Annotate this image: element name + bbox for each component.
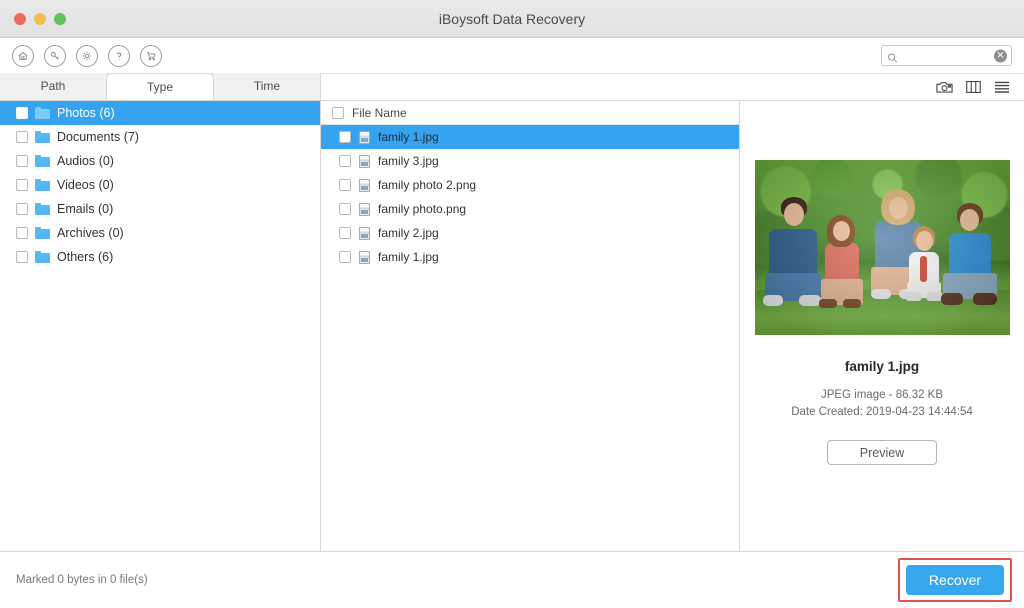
preview-file-type-size: JPEG image - 86.32 KB xyxy=(791,387,973,404)
checkbox-archives[interactable] xyxy=(16,227,28,239)
image-file-icon xyxy=(359,131,370,144)
folder-icon xyxy=(35,227,50,239)
preview-date-created: Date Created: 2019-04-23 14:44:54 xyxy=(791,404,973,421)
file-name-label: family 2.jpg xyxy=(378,226,439,240)
sidebar-item-videos[interactable]: Videos (0) xyxy=(0,173,320,197)
search-area: ✕ xyxy=(881,45,1012,66)
checkbox-select-all[interactable] xyxy=(332,107,344,119)
column-header-file-name: File Name xyxy=(352,106,407,120)
sidebar-item-label: Videos (0) xyxy=(57,178,114,192)
folder-icon xyxy=(35,107,50,119)
marked-status-text: Marked 0 bytes in 0 file(s) xyxy=(16,574,148,586)
traffic-lights xyxy=(14,13,66,25)
table-row[interactable]: family 1.jpg xyxy=(321,245,739,269)
tab-time[interactable]: Time xyxy=(214,73,320,100)
checkbox-others[interactable] xyxy=(16,251,28,263)
preview-file-name: family 1.jpg xyxy=(845,359,919,374)
preview-button[interactable]: Preview xyxy=(827,440,937,465)
checkbox-audios[interactable] xyxy=(16,155,28,167)
checkbox-file[interactable] xyxy=(339,179,351,191)
column-view-icon[interactable] xyxy=(966,80,981,94)
checkbox-photos[interactable] xyxy=(16,107,28,119)
filter-tabs: Path Type Time xyxy=(0,74,321,100)
window-title: iBoysoft Data Recovery xyxy=(0,0,1024,38)
search-box[interactable]: ✕ xyxy=(881,45,1012,66)
app-window: iBoysoft Data Recovery xyxy=(0,0,1024,608)
folder-icon xyxy=(35,131,50,143)
sidebar-item-others[interactable]: Others (6) xyxy=(0,245,320,269)
search-input[interactable] xyxy=(882,46,1011,65)
file-name-label: family photo.png xyxy=(378,202,466,216)
sidebar-item-label: Archives (0) xyxy=(57,226,124,240)
file-name-label: family 3.jpg xyxy=(378,154,439,168)
toolbar-icon-group xyxy=(12,45,162,67)
tab-type[interactable]: Type xyxy=(106,73,214,100)
main-body: Photos (6) Documents (7) Audios (0) Vide… xyxy=(0,101,1024,552)
image-file-icon xyxy=(359,227,370,240)
file-list: File Name family 1.jpg family 3.jpg fami… xyxy=(321,101,740,551)
close-button[interactable] xyxy=(14,13,26,25)
checkbox-emails[interactable] xyxy=(16,203,28,215)
key-icon[interactable] xyxy=(44,45,66,67)
maximize-button[interactable] xyxy=(54,13,66,25)
table-row[interactable]: family 1.jpg xyxy=(321,125,739,149)
sidebar-item-label: Emails (0) xyxy=(57,202,113,216)
cart-icon[interactable] xyxy=(140,45,162,67)
camera-icon[interactable] xyxy=(936,80,953,94)
sidebar-item-documents[interactable]: Documents (7) xyxy=(0,125,320,149)
file-name-label: family photo 2.png xyxy=(378,178,476,192)
tab-strip-row: Path Type Time xyxy=(0,74,1024,101)
table-row[interactable]: family 3.jpg xyxy=(321,149,739,173)
checkbox-documents[interactable] xyxy=(16,131,28,143)
minimize-button[interactable] xyxy=(34,13,46,25)
file-name-label: family 1.jpg xyxy=(378,130,439,144)
sidebar-item-photos[interactable]: Photos (6) xyxy=(0,101,320,125)
preview-panel: family 1.jpg JPEG image - 86.32 KB Date … xyxy=(740,101,1024,551)
checkbox-file[interactable] xyxy=(339,227,351,239)
image-file-icon xyxy=(359,203,370,216)
preview-meta: JPEG image - 86.32 KB Date Created: 2019… xyxy=(791,387,973,421)
table-row[interactable]: family photo 2.png xyxy=(321,173,739,197)
title-bar: iBoysoft Data Recovery xyxy=(0,0,1024,38)
help-icon[interactable] xyxy=(108,45,130,67)
home-icon[interactable] xyxy=(12,45,34,67)
clear-circle-icon[interactable]: ✕ xyxy=(994,49,1007,62)
search-icon xyxy=(887,50,898,61)
image-file-icon xyxy=(359,251,370,264)
folder-icon xyxy=(35,155,50,167)
image-file-icon xyxy=(359,179,370,192)
checkbox-videos[interactable] xyxy=(16,179,28,191)
table-row[interactable]: family photo.png xyxy=(321,197,739,221)
image-file-icon xyxy=(359,155,370,168)
sidebar-item-label: Audios (0) xyxy=(57,154,114,168)
sidebar-item-audios[interactable]: Audios (0) xyxy=(0,149,320,173)
category-sidebar: Photos (6) Documents (7) Audios (0) Vide… xyxy=(0,101,321,551)
view-tools xyxy=(321,74,1024,100)
table-row[interactable]: family 2.jpg xyxy=(321,221,739,245)
folder-icon xyxy=(35,251,50,263)
sidebar-item-label: Documents (7) xyxy=(57,130,139,144)
gear-icon[interactable] xyxy=(76,45,98,67)
file-list-header: File Name xyxy=(321,101,739,125)
tab-path[interactable]: Path xyxy=(0,73,106,100)
recover-button[interactable]: Recover xyxy=(906,565,1004,595)
preview-thumbnail xyxy=(755,160,1010,335)
file-name-label: family 1.jpg xyxy=(378,250,439,264)
status-bar: Marked 0 bytes in 0 file(s) Recover xyxy=(0,552,1024,608)
checkbox-file[interactable] xyxy=(339,203,351,215)
list-view-icon[interactable] xyxy=(994,80,1010,94)
checkbox-file[interactable] xyxy=(339,131,351,143)
checkbox-file[interactable] xyxy=(339,251,351,263)
sidebar-item-archives[interactable]: Archives (0) xyxy=(0,221,320,245)
folder-icon xyxy=(35,179,50,191)
toolbar: ✕ xyxy=(0,38,1024,74)
recover-highlight-box: Recover xyxy=(898,558,1012,602)
checkbox-file[interactable] xyxy=(339,155,351,167)
folder-icon xyxy=(35,203,50,215)
sidebar-item-emails[interactable]: Emails (0) xyxy=(0,197,320,221)
sidebar-item-label: Others (6) xyxy=(57,250,113,264)
sidebar-item-label: Photos (6) xyxy=(57,106,115,120)
